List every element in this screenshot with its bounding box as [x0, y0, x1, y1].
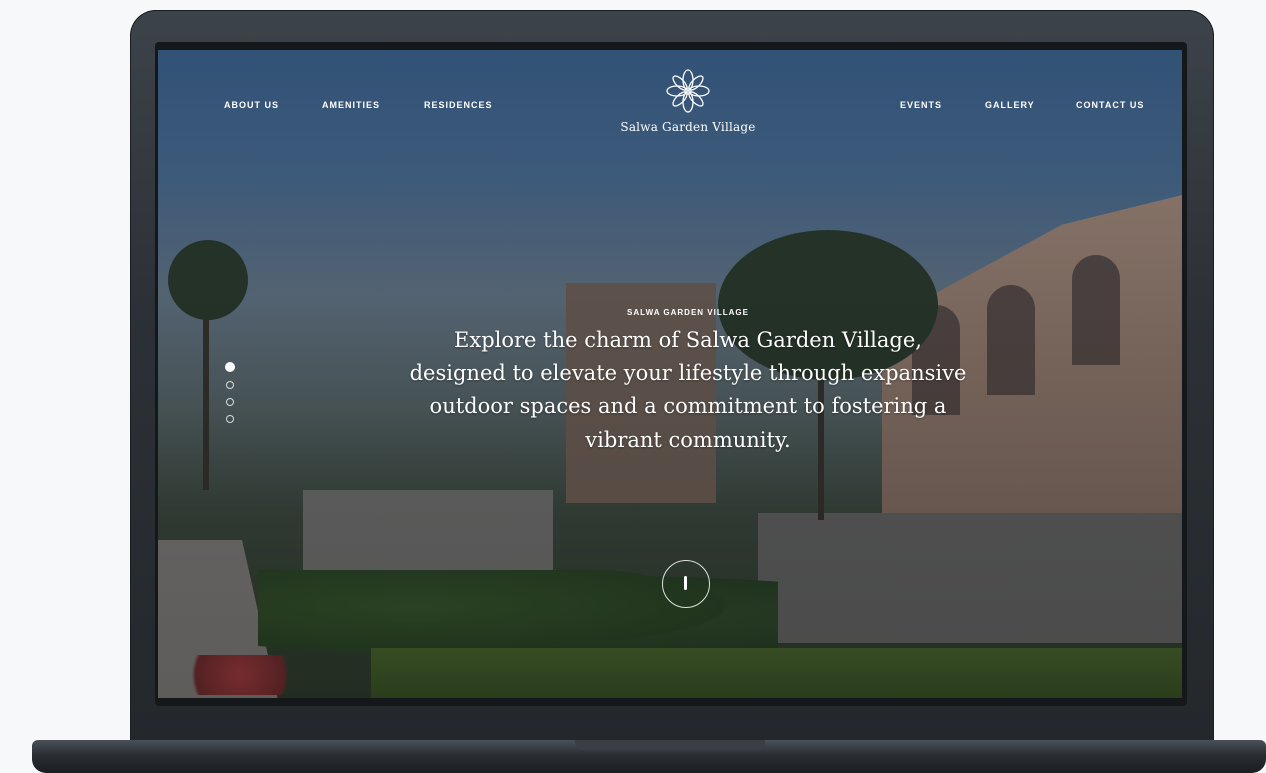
nav-about-us[interactable]: ABOUT US: [224, 100, 279, 110]
slider-dot[interactable]: [226, 415, 234, 423]
laptop-hinge-notch: [575, 740, 765, 750]
slider-dot[interactable]: [226, 398, 234, 406]
nav-residences[interactable]: RESIDENCES: [424, 100, 493, 110]
hero-headline: Explore the charm of Salwa Garden Villag…: [328, 324, 1048, 457]
nav-gallery[interactable]: GALLERY: [985, 100, 1035, 110]
hero-headline-line: designed to elevate your lifestyle throu…: [409, 361, 967, 386]
site-header: ABOUT US AMENITIES RESIDENCES Salwa Gard…: [158, 50, 1182, 160]
site-logo[interactable]: Salwa Garden Village: [598, 68, 778, 134]
scroll-down-icon: [684, 576, 687, 590]
slider-dot[interactable]: [225, 362, 235, 372]
hero-headline-line: Explore the charm of Salwa Garden Villag…: [454, 328, 922, 352]
nav-amenities[interactable]: AMENITIES: [322, 100, 380, 110]
nav-events[interactable]: EVENTS: [900, 100, 942, 110]
flower-logo-icon: [666, 69, 710, 113]
nav-contact-us[interactable]: CONTACT US: [1076, 100, 1144, 110]
slider-dot[interactable]: [226, 381, 234, 389]
hero-headline-line: vibrant community.: [585, 427, 791, 452]
hero-eyebrow: SALWA GARDEN VILLAGE: [627, 308, 749, 317]
hero-headline-line: outdoor spaces and a commitment to foste…: [429, 394, 947, 419]
hero-section: SALWA GARDEN VILLAGE Explore the charm o…: [328, 308, 1048, 457]
slider-pagination: [225, 362, 235, 432]
logo-text: Salwa Garden Village: [620, 120, 756, 134]
website-screen: ABOUT US AMENITIES RESIDENCES Salwa Gard…: [158, 50, 1182, 698]
scroll-down-button[interactable]: [662, 560, 710, 608]
